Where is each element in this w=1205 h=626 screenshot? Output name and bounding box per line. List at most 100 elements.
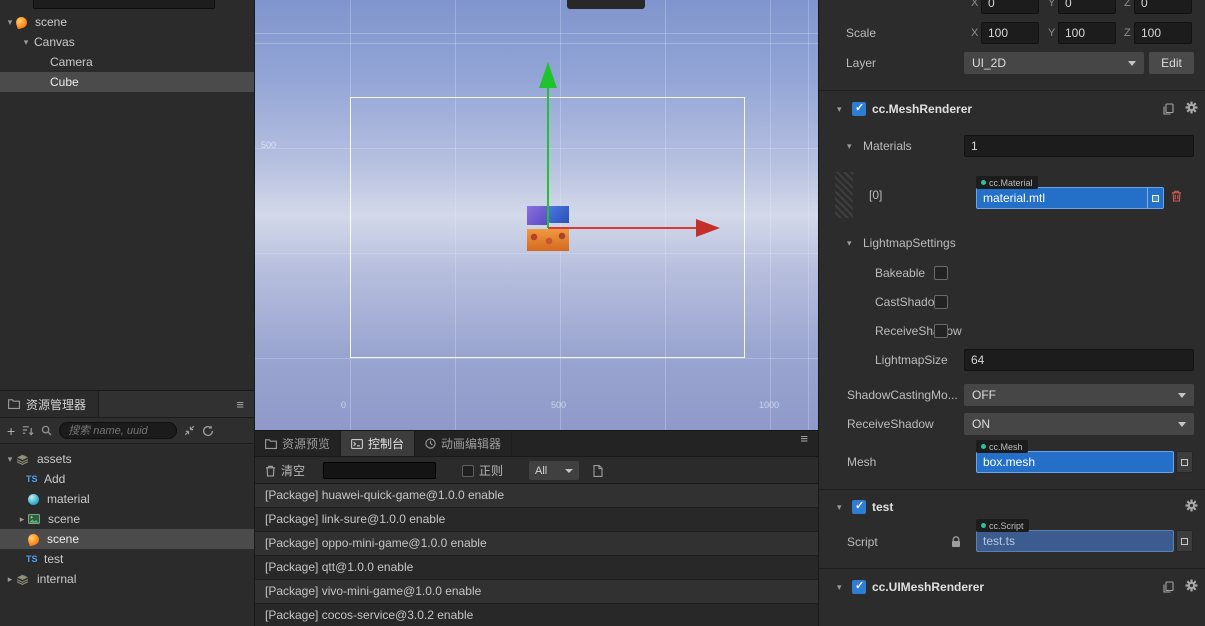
console-log-row[interactable]: [Package] cocos-service@3.0.2 enable [255,604,818,626]
gear-icon[interactable] [1185,579,1198,592]
scale-z-field[interactable]: 100 [1134,22,1192,44]
sort-icon[interactable] [22,425,34,436]
caret-down-icon[interactable]: ▾ [837,576,842,598]
collapse-all-icon[interactable] [184,425,195,436]
assets-search-input[interactable] [59,422,178,439]
tab-animation-editor[interactable]: 动画编辑器 [415,431,513,456]
hierarchy-search-input[interactable] [33,0,215,9]
search-icon[interactable] [41,425,52,436]
caret-down-icon[interactable]: ▾ [4,17,16,28]
component-title: cc.UIMeshRenderer [872,580,985,594]
log-level-dropdown[interactable]: All [529,461,580,480]
caret-down-icon[interactable]: ▾ [837,496,842,518]
asset-label: scene [47,532,80,546]
add-asset-button[interactable]: + [7,424,15,438]
asset-node-test[interactable]: TS test [0,549,254,569]
scale-x-field[interactable]: 100 [981,22,1039,44]
bakeable-label: Bakeable [875,266,926,280]
caret-right-icon[interactable]: ▸ [4,574,16,585]
component-title: cc.MeshRenderer [872,102,973,116]
asset-node-scene-folder[interactable]: ▸ scene [0,509,254,529]
caret-right-icon[interactable]: ▸ [16,514,28,525]
drag-handle[interactable] [835,172,853,218]
shadowcasting-dropdown[interactable]: OFF [964,384,1194,406]
tab-label: 动画编辑器 [441,437,502,451]
regex-checkbox[interactable] [462,464,475,477]
script-picker-button[interactable] [1176,530,1193,552]
test-enabled-checkbox[interactable] [852,499,866,514]
gizmo-y-axis-arrowhead[interactable] [539,62,557,88]
tree-node-cube[interactable]: Cube [0,72,254,92]
node-label: scene [35,15,68,29]
caret-down-icon[interactable]: ▾ [20,37,32,48]
delete-material-icon[interactable] [1171,190,1182,202]
component-doc-icon[interactable] [1163,103,1174,115]
asset-node-material[interactable]: material [0,489,254,509]
material-asset-field[interactable]: material.mtl [976,187,1164,209]
bakeable-checkbox[interactable] [934,266,948,280]
cocos-scene-icon [26,532,41,546]
clear-console-button[interactable]: 清空 [265,462,305,479]
component-doc-icon[interactable] [1163,581,1174,593]
gizmo-y-axis[interactable] [547,86,549,228]
layer-dropdown[interactable]: UI_2D [964,52,1144,74]
gizmo-x-axis[interactable] [548,227,698,229]
asset-node-internal[interactable]: ▸ internal [0,569,254,589]
meshrenderer-enabled-checkbox[interactable] [852,101,866,116]
mesh-asset-field[interactable]: box.mesh [976,451,1174,473]
tree-node-scene[interactable]: ▾ scene [0,12,254,32]
gear-icon[interactable] [1185,499,1198,512]
caret-down-icon[interactable]: ▾ [847,232,852,254]
tree-node-canvas[interactable]: ▾ Canvas [0,32,254,52]
caret-down-icon[interactable]: ▾ [4,454,16,465]
asset-node-add[interactable]: TS Add [0,469,254,489]
axis-x-label: X [971,0,979,9]
receiveshadow-dropdown[interactable]: ON [964,413,1194,435]
receiveshadow-checkbox[interactable] [934,324,948,338]
tab-console[interactable]: 控制台 [341,431,416,456]
export-log-icon[interactable] [593,464,603,477]
viewport-toolbar-sliver[interactable] [567,0,645,9]
caret-down-icon[interactable]: ▾ [837,98,842,120]
console-filter-input[interactable] [323,462,437,479]
console-log-row[interactable]: [Package] qtt@1.0.0 enable [255,556,818,580]
mesh-label: Mesh [847,455,877,469]
console-log-row[interactable]: [Package] huawei-quick-game@1.0.0 enable [255,484,818,508]
folder-icon [265,438,277,449]
asset-node-scene-file[interactable]: scene [0,529,254,549]
shadowcasting-label: ShadowCastingMo... [847,388,958,402]
assets-panel-title: 资源管理器 [0,391,100,417]
scale-y-field[interactable]: 100 [1058,22,1116,44]
materials-count-field[interactable]: 1 [964,135,1194,157]
gizmo-x-axis-arrowhead[interactable] [696,219,720,237]
rotation-x-field[interactable]: 0 [981,0,1039,14]
panel-menu-icon[interactable]: ≡ [236,397,254,412]
rotation-z-field[interactable]: 0 [1134,0,1192,14]
asset-label: internal [37,572,77,586]
uimeshrenderer-enabled-checkbox[interactable] [852,579,866,594]
receiveshadow-mode-label: ReceiveShadow [847,417,934,431]
tab-asset-preview[interactable]: 资源预览 [255,431,342,456]
node-label: Canvas [34,35,75,49]
console-log-row[interactable]: [Package] vivo-mini-game@1.0.0 enable [255,580,818,604]
refresh-icon[interactable] [202,425,214,437]
node-label: Camera [50,55,93,69]
gear-icon[interactable] [1185,101,1198,114]
asset-node-assets[interactable]: ▾ assets [0,449,254,469]
lightmapsize-field[interactable]: 64 [964,349,1194,371]
layer-edit-button[interactable]: Edit [1149,52,1194,74]
lock-icon[interactable] [951,536,961,548]
ruler-label: 1000 [759,400,780,410]
scene-viewport[interactable]: 500 0 500 1000 [255,0,818,430]
tree-node-camera[interactable]: Camera [0,52,254,72]
rotation-y-field[interactable]: 0 [1058,0,1116,14]
script-asset-field[interactable]: test.ts [976,530,1174,552]
asset-picker-icon[interactable] [1147,188,1163,208]
mesh-picker-button[interactable] [1176,451,1193,473]
asset-label: test [44,552,64,566]
castshadow-checkbox[interactable] [934,295,948,309]
console-log-row[interactable]: [Package] oppo-mini-game@1.0.0 enable [255,532,818,556]
panel-menu-icon[interactable]: ≡ [800,431,818,456]
caret-down-icon[interactable]: ▾ [847,135,852,157]
console-log-row[interactable]: [Package] link-sure@1.0.0 enable [255,508,818,532]
